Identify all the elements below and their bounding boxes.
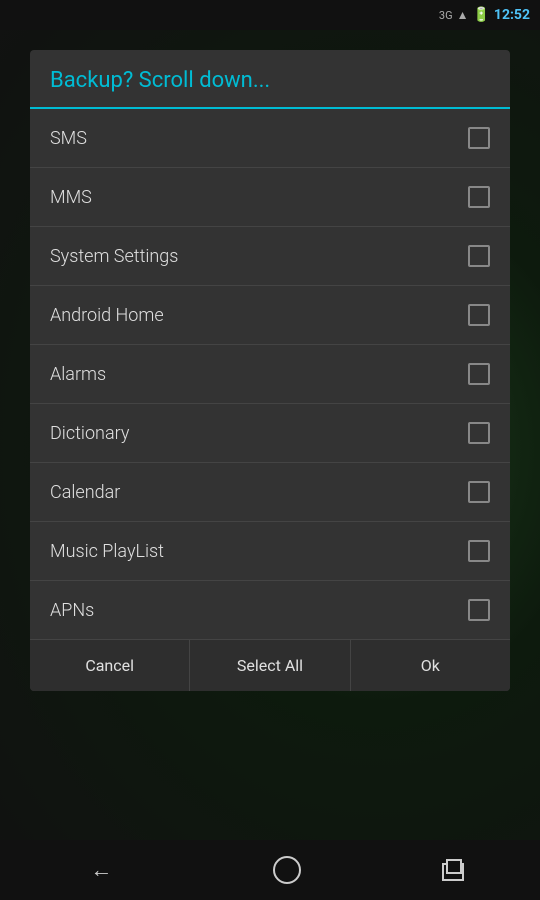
list-item-apns[interactable]: APNs xyxy=(30,581,510,639)
status-bar: 3G ▲ 🔋 12:52 xyxy=(0,0,540,30)
battery-icon: 🔋 xyxy=(472,7,489,23)
checkbox-alarms[interactable] xyxy=(468,363,490,385)
dialog-action-buttons: Cancel Select All Ok xyxy=(30,639,510,691)
clock-display: 12:52 xyxy=(494,7,530,23)
list-item-mms[interactable]: MMS xyxy=(30,168,510,227)
item-label-calendar: Calendar xyxy=(50,482,120,503)
checkbox-system-settings[interactable] xyxy=(468,245,490,267)
recents-icon-overlay xyxy=(446,859,462,874)
ok-button[interactable]: Ok xyxy=(351,640,510,691)
backup-dialog: Backup? Scroll down... SMS MMS System Se… xyxy=(30,50,510,691)
list-item-android-home[interactable]: Android Home xyxy=(30,286,510,345)
recents-button[interactable] xyxy=(442,859,470,881)
list-item-music-playlist[interactable]: Music PlayList xyxy=(30,522,510,581)
checkbox-music-playlist[interactable] xyxy=(468,540,490,562)
dialog-overlay: Backup? Scroll down... SMS MMS System Se… xyxy=(0,30,540,840)
checkbox-sms[interactable] xyxy=(468,127,490,149)
item-label-alarms: Alarms xyxy=(50,364,106,385)
dialog-title-section: Backup? Scroll down... xyxy=(30,50,510,109)
item-label-mms: MMS xyxy=(50,187,92,208)
list-item-system-settings[interactable]: System Settings xyxy=(30,227,510,286)
home-button[interactable] xyxy=(273,856,301,884)
list-item-dictionary[interactable]: Dictionary xyxy=(30,404,510,463)
dialog-title-text: Backup? Scroll down... xyxy=(50,68,270,93)
cancel-button[interactable]: Cancel xyxy=(30,640,190,691)
item-label-android-home: Android Home xyxy=(50,305,164,326)
list-item-alarms[interactable]: Alarms xyxy=(30,345,510,404)
signal-indicator: 3G xyxy=(439,9,453,22)
navigation-bar: ← xyxy=(0,840,540,900)
signal-bars-icon: ▲ xyxy=(457,8,469,22)
status-icons: 3G ▲ 🔋 12:52 xyxy=(439,7,530,23)
select-all-button[interactable]: Select All xyxy=(190,640,350,691)
checkbox-android-home[interactable] xyxy=(468,304,490,326)
back-icon: ← xyxy=(90,858,112,883)
checkbox-dictionary[interactable] xyxy=(468,422,490,444)
item-label-system-settings: System Settings xyxy=(50,246,178,267)
checkbox-calendar[interactable] xyxy=(468,481,490,503)
back-button[interactable]: ← xyxy=(70,847,132,893)
item-label-dictionary: Dictionary xyxy=(50,423,129,444)
checkbox-mms[interactable] xyxy=(468,186,490,208)
item-label-music-playlist: Music PlayList xyxy=(50,541,164,562)
list-item-sms[interactable]: SMS xyxy=(30,109,510,168)
checkbox-apns[interactable] xyxy=(468,599,490,621)
list-item-calendar[interactable]: Calendar xyxy=(30,463,510,522)
item-label-sms: SMS xyxy=(50,128,87,149)
item-label-apns: APNs xyxy=(50,600,94,621)
backup-options-list: SMS MMS System Settings Android Home Ala… xyxy=(30,109,510,639)
